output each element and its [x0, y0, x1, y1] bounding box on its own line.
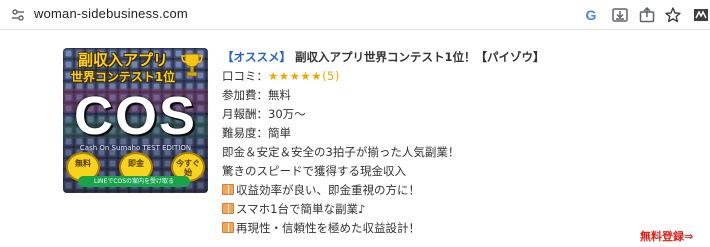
feature-text: スマホ1台で簡単な副業♪ [236, 202, 366, 216]
fee-row: 参加費：無料 [222, 88, 291, 102]
description-line: 驚きのスピードで獲得する現金収入 [222, 164, 406, 178]
line-guide-button[interactable]: LINEでCOSの案内を受け取る [78, 176, 190, 187]
install-icon[interactable] [611, 6, 629, 24]
banner-title-line2: 世界コンテスト1位 [70, 70, 176, 84]
monthly-reward-row: 月報酬：30万〜 [222, 107, 306, 121]
banner-logo-text: COS [73, 86, 198, 146]
listing-title-row[interactable]: 【オススメ】 副収入アプリ世界コンテスト1位！【パイゾウ】 [222, 48, 672, 67]
review-label: 口コミ： [222, 69, 268, 83]
feature-text: 収益効率が良い、即金重視の方に！ [236, 183, 420, 197]
address-bar[interactable]: woman-sidebusiness.com G [0, 0, 710, 30]
feature-item: スマホ1台で簡単な副業♪ [222, 200, 672, 219]
description-line: 即金＆安定＆安全の3拍子が揃った人気副業！ [222, 145, 460, 159]
book-bullet-icon [222, 184, 234, 195]
google-icon[interactable]: G [582, 6, 600, 24]
banner-subtitle: Cash On Sumaho TEST EDITION [79, 144, 192, 152]
listing-details: 【オススメ】 副収入アプリ世界コンテスト1位！【パイゾウ】 口コミ：★★★★★(… [222, 48, 672, 238]
trophy-icon [181, 53, 203, 77]
url-text[interactable]: woman-sidebusiness.com [34, 6, 188, 21]
book-bullet-icon [222, 203, 234, 214]
review-count[interactable]: (5) [322, 69, 340, 83]
difficulty-row: 難易度：簡単 [222, 126, 291, 140]
feature-item: 再現性・信頼性を極めた収益設計！ [222, 219, 672, 238]
review-row: 口コミ：★★★★★(5) [222, 67, 672, 86]
banner-title-line1: 副収入アプリ [77, 51, 168, 69]
free-registration-link[interactable]: 無料登録⇒ [640, 228, 693, 244]
book-bullet-icon [222, 222, 234, 233]
banner-title: 副収入アプリ 世界コンテスト1位 [63, 52, 183, 86]
site-info-icon[interactable] [10, 7, 26, 23]
listing-title[interactable]: 副収入アプリ世界コンテスト1位！【パイゾウ】 [295, 50, 545, 64]
share-icon[interactable] [638, 6, 656, 24]
app-banner-image[interactable]: 副収入アプリ 世界コンテスト1位 COS Cash On Sumaho TEST… [63, 48, 208, 193]
feature-item: 収益効率が良い、即金重視の方に！ [222, 181, 672, 200]
extension-icon[interactable] [692, 6, 710, 24]
rating-stars: ★★★★★ [268, 69, 323, 83]
recommended-tag: 【オススメ】 [222, 50, 291, 64]
feature-text: 再現性・信頼性を極めた収益設計！ [236, 221, 420, 235]
bookmark-star-icon[interactable] [664, 6, 682, 24]
